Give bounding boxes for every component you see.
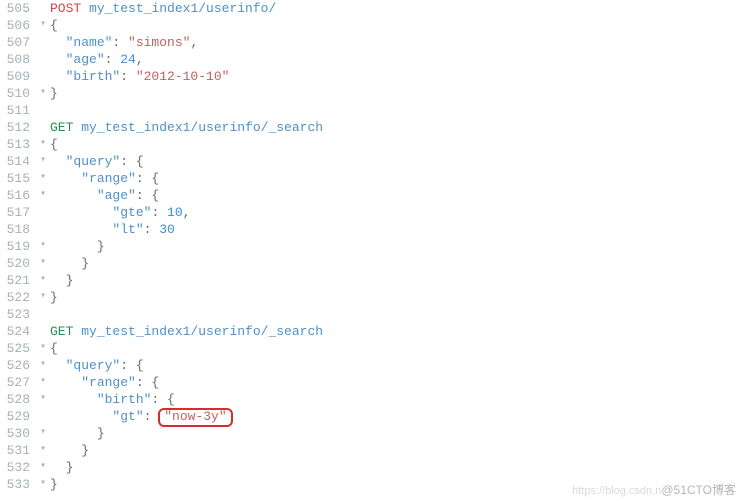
post-method: POST (50, 1, 81, 16)
line-number: 523 (0, 306, 30, 323)
fold-marker[interactable]: ▾ (36, 187, 50, 204)
line-number: 506 (0, 17, 30, 34)
code-line[interactable]: { (50, 136, 744, 153)
line-number: 531 (0, 442, 30, 459)
code-line[interactable]: "query": { (50, 153, 744, 170)
code-line[interactable] (50, 102, 744, 119)
code-line[interactable]: "gt": "now-3y" (50, 408, 744, 425)
fold-marker[interactable] (36, 408, 50, 425)
fold-marker[interactable]: ▾ (36, 374, 50, 391)
fold-marker[interactable]: ▾ (36, 459, 50, 476)
fold-marker[interactable] (36, 204, 50, 221)
code-line[interactable]: "birth": { (50, 391, 744, 408)
code-line[interactable]: } (50, 272, 744, 289)
code-line[interactable]: "age": 24, (50, 51, 744, 68)
fold-marker[interactable]: ▾ (36, 238, 50, 255)
line-number: 505 (0, 0, 30, 17)
line-number: 529 (0, 408, 30, 425)
code-line[interactable]: { (50, 17, 744, 34)
line-number: 507 (0, 34, 30, 51)
get-method: GET (50, 324, 73, 339)
line-number: 521 (0, 272, 30, 289)
fold-marker[interactable] (36, 34, 50, 51)
code-line[interactable]: GET my_test_index1/userinfo/_search (50, 119, 744, 136)
fold-marker[interactable] (36, 221, 50, 238)
code-line[interactable]: "range": { (50, 374, 744, 391)
line-number: 522 (0, 289, 30, 306)
line-number: 518 (0, 221, 30, 238)
line-number: 532 (0, 459, 30, 476)
line-number: 515 (0, 170, 30, 187)
code-line[interactable]: "query": { (50, 357, 744, 374)
fold-marker[interactable]: ▾ (36, 255, 50, 272)
line-number: 517 (0, 204, 30, 221)
fold-marker[interactable] (36, 323, 50, 340)
endpoint-path: my_test_index1/userinfo/_search (81, 324, 323, 339)
line-number: 514 (0, 153, 30, 170)
line-number: 526 (0, 357, 30, 374)
line-number: 533 (0, 476, 30, 493)
line-number: 508 (0, 51, 30, 68)
fold-marker[interactable] (36, 68, 50, 85)
fold-marker[interactable]: ▾ (36, 442, 50, 459)
code-line[interactable]: } (50, 255, 744, 272)
line-number: 512 (0, 119, 30, 136)
code-line[interactable]: GET my_test_index1/userinfo/_search (50, 323, 744, 340)
code-line[interactable]: } (50, 289, 744, 306)
get-method: GET (50, 120, 73, 135)
line-number: 527 (0, 374, 30, 391)
code-line[interactable]: } (50, 442, 744, 459)
fold-marker[interactable]: ▾ (36, 170, 50, 187)
code-line[interactable]: { (50, 340, 744, 357)
code-line[interactable]: "lt": 30 (50, 221, 744, 238)
line-number: 513 (0, 136, 30, 153)
code-line[interactable]: } (50, 238, 744, 255)
line-number: 530 (0, 425, 30, 442)
endpoint-path: my_test_index1/userinfo/ (89, 1, 276, 16)
fold-marker[interactable] (36, 51, 50, 68)
fold-marker[interactable]: ▾ (36, 289, 50, 306)
code-line[interactable]: "range": { (50, 170, 744, 187)
fold-marker[interactable]: ▾ (36, 136, 50, 153)
code-line[interactable]: "gte": 10, (50, 204, 744, 221)
line-number: 519 (0, 238, 30, 255)
fold-marker[interactable] (36, 306, 50, 323)
line-number: 510 (0, 85, 30, 102)
fold-marker[interactable]: ▾ (36, 153, 50, 170)
fold-marker[interactable]: ▾ (36, 391, 50, 408)
fold-gutter: ▾▾▾▾▾▾▾▾▾▾▾▾▾▾▾▾▾▾ (36, 0, 50, 502)
line-number: 524 (0, 323, 30, 340)
code-line[interactable]: } (50, 459, 744, 476)
line-number: 509 (0, 68, 30, 85)
code-line[interactable]: "name": "simons", (50, 34, 744, 51)
line-number: 525 (0, 340, 30, 357)
fold-marker[interactable]: ▾ (36, 340, 50, 357)
fold-marker[interactable]: ▾ (36, 357, 50, 374)
endpoint-path: my_test_index1/userinfo/_search (81, 120, 323, 135)
code-line[interactable]: } (50, 476, 744, 493)
line-number-gutter: 5055065075085095105115125135145155165175… (0, 0, 36, 502)
fold-marker[interactable]: ▾ (36, 476, 50, 493)
code-area[interactable]: POST my_test_index1/userinfo/{ "name": "… (50, 0, 744, 502)
fold-marker[interactable] (36, 119, 50, 136)
code-line[interactable]: } (50, 425, 744, 442)
fold-marker[interactable]: ▾ (36, 17, 50, 34)
code-editor[interactable]: 5055065075085095105115125135145155165175… (0, 0, 744, 502)
line-number: 511 (0, 102, 30, 119)
code-line[interactable]: } (50, 85, 744, 102)
code-line[interactable]: "birth": "2012-10-10" (50, 68, 744, 85)
fold-marker[interactable]: ▾ (36, 272, 50, 289)
code-line[interactable]: POST my_test_index1/userinfo/ (50, 0, 744, 17)
fold-marker[interactable] (36, 0, 50, 17)
fold-marker[interactable] (36, 102, 50, 119)
fold-marker[interactable]: ▾ (36, 425, 50, 442)
fold-marker[interactable]: ▾ (36, 85, 50, 102)
line-number: 528 (0, 391, 30, 408)
line-number: 516 (0, 187, 30, 204)
code-line[interactable]: "age": { (50, 187, 744, 204)
code-line[interactable] (50, 306, 744, 323)
highlighted-value: "now-3y" (158, 408, 232, 427)
line-number: 520 (0, 255, 30, 272)
